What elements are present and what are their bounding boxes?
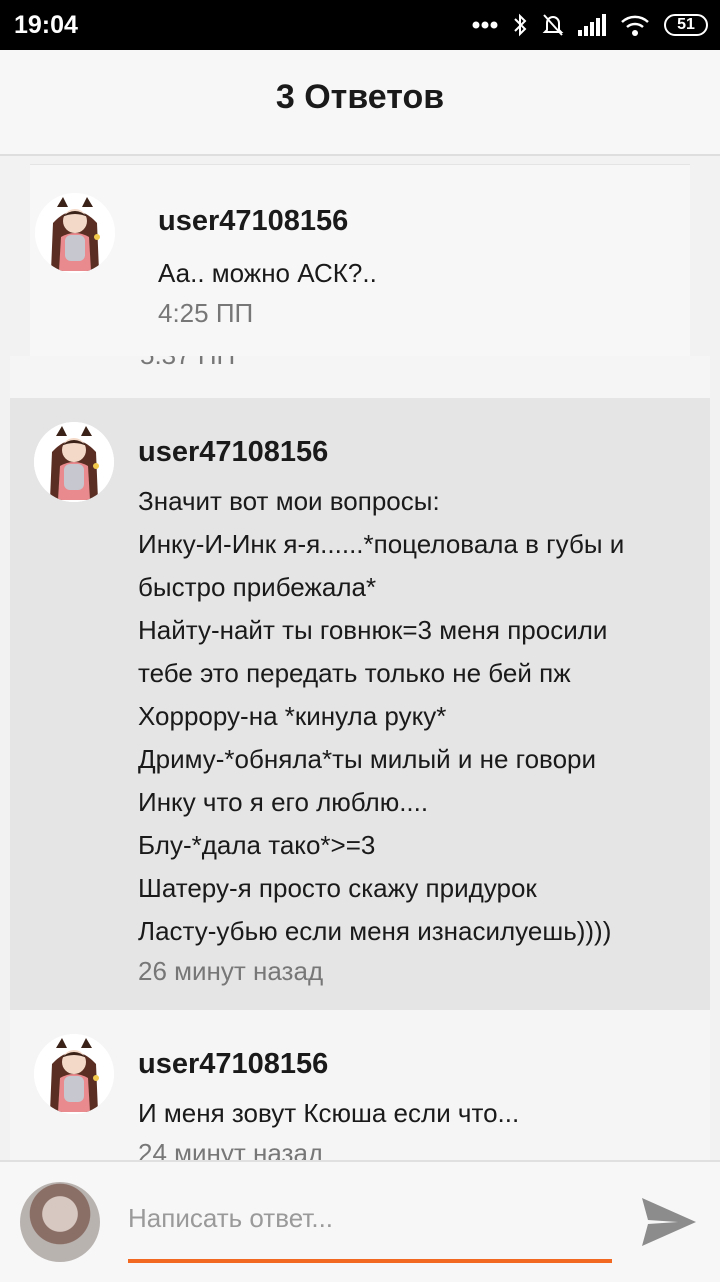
send-icon [642,1198,696,1246]
reply-input[interactable] [128,1196,612,1240]
comment-text: Аа.. можно АСК?.. [158,258,377,288]
wifi-icon [621,15,649,36]
mute-bell-icon [542,14,564,36]
avatar[interactable] [35,193,115,273]
comment-card[interactable]: user47108156 Аа.. можно АСК?.. 4:25 ПП [30,164,690,365]
status-bar: 19:04 51 [0,0,720,50]
comment-username[interactable]: user47108156 [138,436,328,469]
comment-time: 5:37 ПП [140,356,235,371]
more-dots-icon [472,21,498,29]
comment-card[interactable]: user47108156 И меня зовут Ксюша если что… [10,1010,710,1160]
comment-username[interactable]: user47108156 [138,1048,328,1081]
comment-time: 26 минут назад [138,956,324,986]
comment-line: Значит вот мои вопросы: [138,486,440,516]
comment-text: Значит вот мои вопросы: Инку-И-Инк я-я..… [138,480,624,953]
comment-card-highlighted[interactable]: user47108156 Значит вот мои вопросы: Инк… [10,398,710,1010]
battery-icon: 51 [664,14,708,36]
comment-line: быстро прибежала* [138,572,377,602]
avatar[interactable] [34,422,114,502]
current-user-avatar[interactable] [20,1182,100,1262]
send-button[interactable] [638,1194,698,1250]
comment-line: Ласту-убью если меня изнасилуешь)))) [138,916,612,946]
compose-bar [0,1160,720,1282]
bluetooth-icon [514,13,527,37]
input-underline [128,1259,612,1263]
page-title: 3 Ответов [275,78,445,116]
comment-line: Хоррору-на *кинула руку* [138,701,447,731]
comment-text: И меня зовут Ксюша если что... [138,1098,520,1128]
comment-line: Шатеру-я просто скажу придурок [138,873,537,903]
comment-card-partial[interactable]: 5:37 ПП [10,356,710,398]
comment-username[interactable]: user47108156 [158,205,348,238]
comment-time: 4:25 ПП [158,298,254,328]
comment-line: тебе это передать только не бей пж [138,658,571,688]
avatar[interactable] [34,1034,114,1114]
comment-line: Инку что я его люблю.... [138,787,429,817]
comment-line: Дриму-*обняла*ты милый и не говори [138,744,597,774]
comment-time: 24 минут назад [138,1138,324,1160]
comment-line: Найту-найт ты говнюк=3 меня просили [138,615,608,645]
comment-line: Блу-*дала тако*>=3 [138,830,376,860]
comment-line: Инку-И-Инк я-я......*поцеловала в губы и [138,529,625,559]
app-header: 3 Ответов [0,50,720,156]
comments-list[interactable]: user47108156 Аа.. можно АСК?.. 4:25 ПП 5… [0,156,720,1160]
signal-icon [578,14,606,36]
status-icons: 51 [472,10,708,40]
status-time: 19:04 [14,11,78,39]
